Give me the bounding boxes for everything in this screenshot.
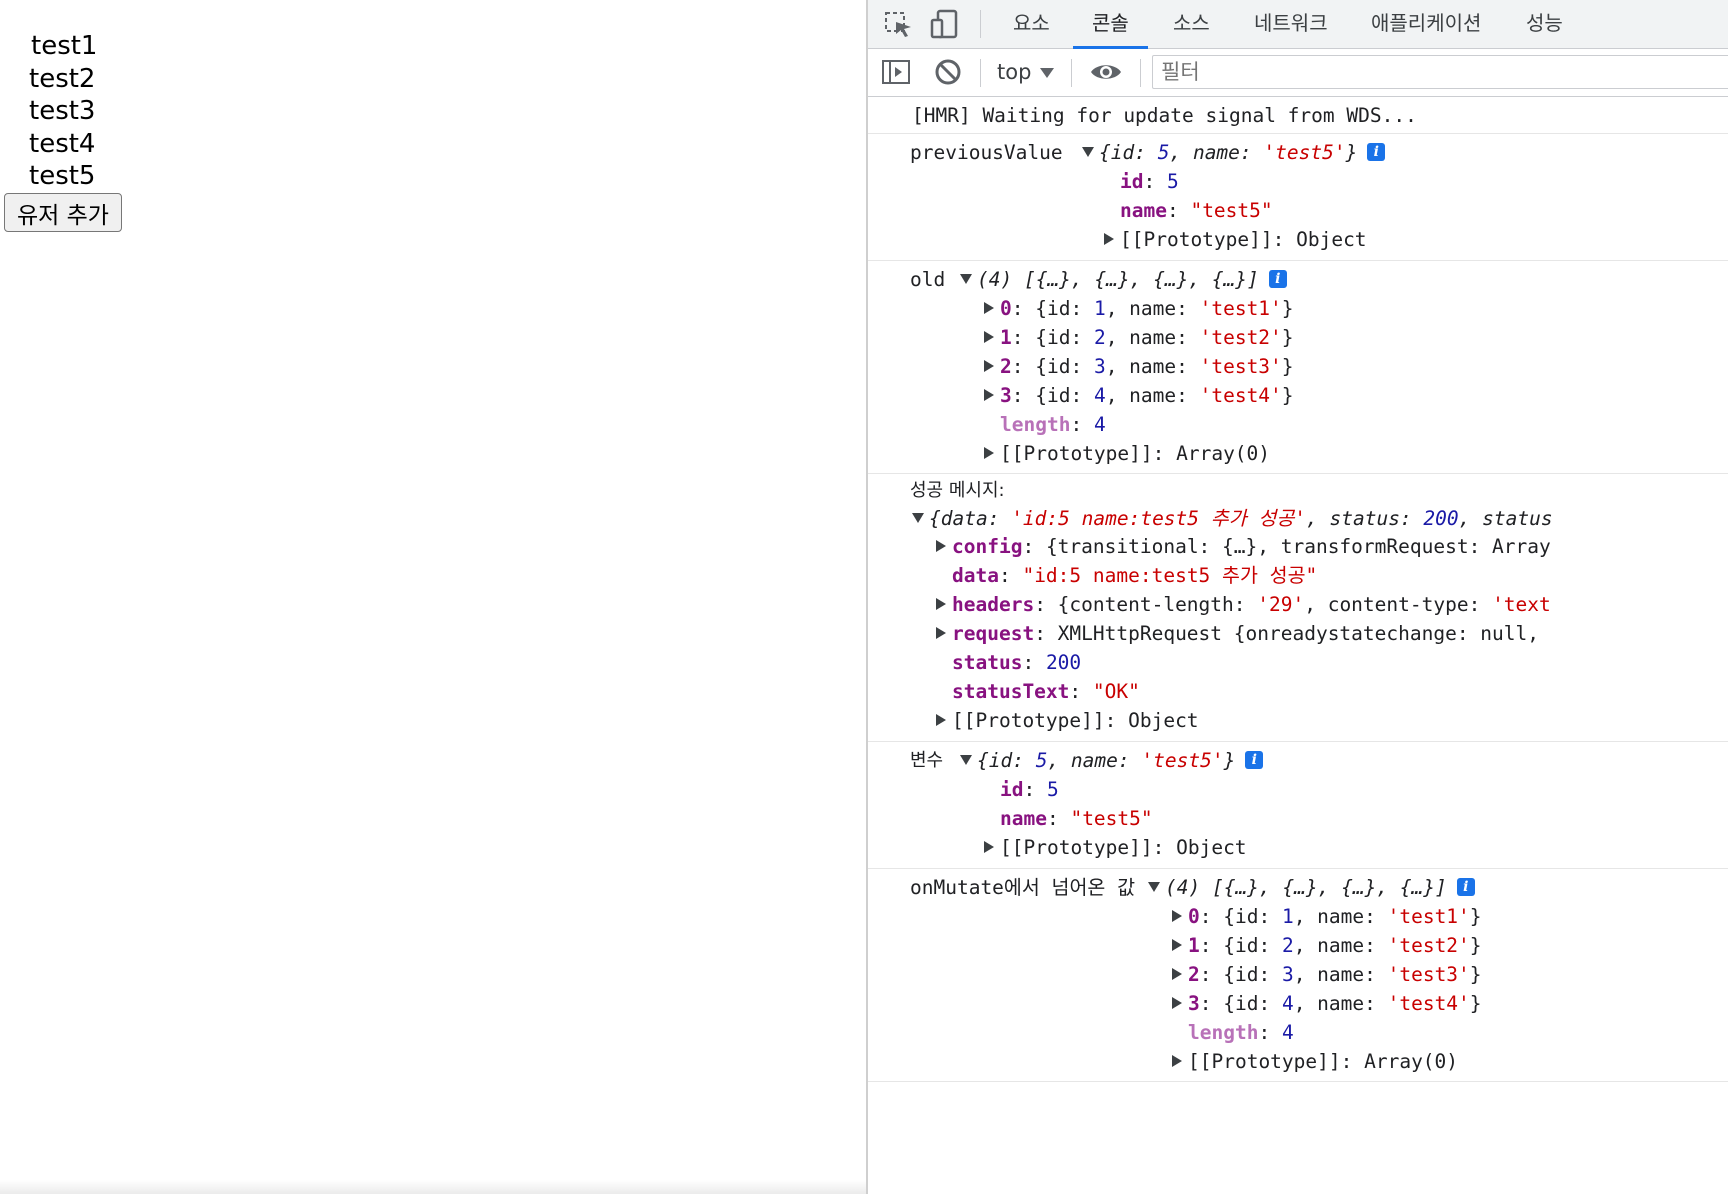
device-toolbar-icon[interactable] xyxy=(928,8,962,40)
property-id: id: 5 xyxy=(1120,170,1179,193)
property-statustext: statusText: "OK" xyxy=(952,680,1140,703)
array-item[interactable]: 2: {id: 3, name: 'test3'} xyxy=(984,352,1294,381)
array-item[interactable]: 1: {id: 2, name: 'test2'} xyxy=(984,323,1294,352)
console-message: 성공 메시지: {data: 'id:5 name:test5 추가 성공', … xyxy=(868,473,1728,742)
property-status: status: 200 xyxy=(952,651,1082,674)
collapsed-triangle-icon xyxy=(984,388,994,401)
sidebar-toggle-icon[interactable] xyxy=(880,56,912,88)
context-selector[interactable]: top xyxy=(997,49,1031,96)
object-preview[interactable]: {id: 5, name: 'test5'} i xyxy=(960,746,1264,775)
property-prototype[interactable]: [[Prototype]]: Object xyxy=(984,833,1247,862)
object-preview[interactable]: {id: 5, name: 'test5'} i xyxy=(1082,138,1386,167)
array-item[interactable]: 3: {id: 4, name: 'test4'} xyxy=(1172,989,1482,1018)
array-item[interactable]: 1: {id: 2, name: 'test2'} xyxy=(1172,931,1482,960)
console-message: 변수 {id: 5, name: 'test5'} i id: 5 name: "… xyxy=(868,741,1728,869)
devtools-tab-bar: 요소 콘솔 소스 네트워크 애플리케이션 성능 xyxy=(868,0,1728,49)
property-prototype[interactable]: [[Prototype]]: Object xyxy=(936,706,1199,735)
property-request[interactable]: request: XMLHttpRequest {onreadystatecha… xyxy=(936,619,1539,648)
add-user-button[interactable]: 유저 추가 xyxy=(4,193,122,232)
collapsed-triangle-icon xyxy=(984,330,994,343)
user-item: test4 xyxy=(29,129,96,159)
collapsed-triangle-icon xyxy=(1172,996,1182,1009)
array-item[interactable]: 2: {id: 3, name: 'test3'} xyxy=(1172,960,1482,989)
expand-triangle-icon xyxy=(1148,881,1160,892)
collapsed-triangle-icon xyxy=(984,301,994,314)
array-preview[interactable]: (4) [{…}, {…}, {…}, {…}] i xyxy=(960,265,1287,294)
console-message: onMutate에서 넘어온 값 (4) [{…}, {…}, {…}, {…}… xyxy=(868,868,1728,1082)
property-config[interactable]: config: {transitional: {…}, transformReq… xyxy=(936,532,1551,561)
collapsed-triangle-icon xyxy=(984,359,994,372)
response-preview[interactable]: {data: 'id:5 name:test5 추가 성공', status: … xyxy=(912,504,1553,533)
property-prototype[interactable]: [[Prototype]]: Array(0) xyxy=(1172,1047,1458,1076)
user-item: test5 xyxy=(29,161,96,191)
expand-triangle-icon xyxy=(960,273,972,284)
console-log-label: onMutate에서 넘어온 값 xyxy=(910,876,1136,899)
console-message: [HMR] Waiting for update signal from WDS… xyxy=(868,97,1728,134)
console-message: previousValue {id: 5, name: 'test5'} i id… xyxy=(868,133,1728,261)
tab-separator xyxy=(980,10,981,38)
expand-triangle-icon xyxy=(912,512,924,523)
page-viewport: test1 test2 test3 test4 test5 유저 추가 xyxy=(0,0,866,1194)
collapsed-triangle-icon xyxy=(984,446,994,459)
collapsed-triangle-icon xyxy=(1172,1054,1182,1067)
tab-performance[interactable]: 성능 xyxy=(1526,0,1563,48)
user-item: test3 xyxy=(29,96,96,126)
toolbar-separator xyxy=(1140,59,1141,87)
tab-network[interactable]: 네트워크 xyxy=(1254,0,1328,48)
expand-triangle-icon xyxy=(1082,146,1094,157)
property-length: length: 4 xyxy=(1000,413,1106,436)
toolbar-separator xyxy=(980,59,981,87)
tab-console-label: 콘솔 xyxy=(1092,11,1129,35)
property-length: length: 4 xyxy=(1188,1021,1294,1044)
live-expression-eye-icon[interactable] xyxy=(1088,56,1124,88)
property-data: data: "id:5 name:test5 추가 성공" xyxy=(952,564,1318,587)
property-prototype[interactable]: [[Prototype]]: Array(0) xyxy=(984,439,1270,468)
tab-console[interactable]: 콘솔 xyxy=(1073,0,1148,49)
collapsed-triangle-icon xyxy=(1172,909,1182,922)
user-item: test2 xyxy=(29,64,96,94)
user-item: test1 xyxy=(31,31,98,61)
array-item[interactable]: 0: {id: 1, name: 'test1'} xyxy=(984,294,1294,323)
clear-console-icon[interactable] xyxy=(932,56,964,88)
collapsed-triangle-icon xyxy=(936,597,946,610)
console-log-text: [HMR] Waiting for update signal from WDS… xyxy=(912,104,1417,127)
console-toolbar: top xyxy=(868,49,1728,97)
property-headers[interactable]: headers: {content-length: '29', content-… xyxy=(936,590,1551,619)
info-icon[interactable]: i xyxy=(1367,142,1386,161)
collapsed-triangle-icon xyxy=(936,626,946,639)
array-item[interactable]: 3: {id: 4, name: 'test4'} xyxy=(984,381,1294,410)
toolbar-separator xyxy=(1071,59,1072,87)
console-log-label: previousValue xyxy=(910,141,1063,164)
console-filter-input[interactable] xyxy=(1152,55,1728,89)
collapsed-triangle-icon xyxy=(936,539,946,552)
array-preview[interactable]: (4) [{…}, {…}, {…}, {…}] i xyxy=(1148,873,1475,902)
console-message: old (4) [{…}, {…}, {…}, {…}] i 0: {id: 1,… xyxy=(868,260,1728,474)
console-log-label: old xyxy=(910,268,946,291)
console-output: [HMR] Waiting for update signal from WDS… xyxy=(868,97,1728,1194)
collapsed-triangle-icon xyxy=(1172,938,1182,951)
console-log-label: 변수 xyxy=(910,750,944,771)
collapsed-triangle-icon xyxy=(936,713,946,726)
collapsed-triangle-icon xyxy=(1172,967,1182,980)
collapsed-triangle-icon xyxy=(984,840,994,853)
tab-sources[interactable]: 소스 xyxy=(1173,0,1210,48)
expand-triangle-icon xyxy=(960,754,972,765)
tab-elements[interactable]: 요소 xyxy=(1013,0,1050,48)
property-name: name: "test5" xyxy=(1000,807,1153,830)
devtools-panel: 요소 콘솔 소스 네트워크 애플리케이션 성능 top [HMR] Waitin… xyxy=(868,0,1728,1194)
info-icon[interactable]: i xyxy=(1268,269,1287,288)
property-id: id: 5 xyxy=(1000,778,1059,801)
property-name: name: "test5" xyxy=(1120,199,1273,222)
property-prototype[interactable]: [[Prototype]]: Object xyxy=(1104,225,1367,254)
array-item[interactable]: 0: {id: 1, name: 'test1'} xyxy=(1172,902,1482,931)
collapsed-triangle-icon xyxy=(1104,232,1114,245)
info-icon[interactable]: i xyxy=(1245,750,1264,769)
page-bottom-edge xyxy=(0,1180,866,1194)
inspect-element-icon[interactable] xyxy=(882,8,916,40)
console-log-label: 성공 메시지: xyxy=(910,480,1005,501)
tab-application[interactable]: 애플리케이션 xyxy=(1371,0,1481,48)
chevron-down-icon xyxy=(1040,68,1054,78)
info-icon[interactable]: i xyxy=(1456,877,1475,896)
